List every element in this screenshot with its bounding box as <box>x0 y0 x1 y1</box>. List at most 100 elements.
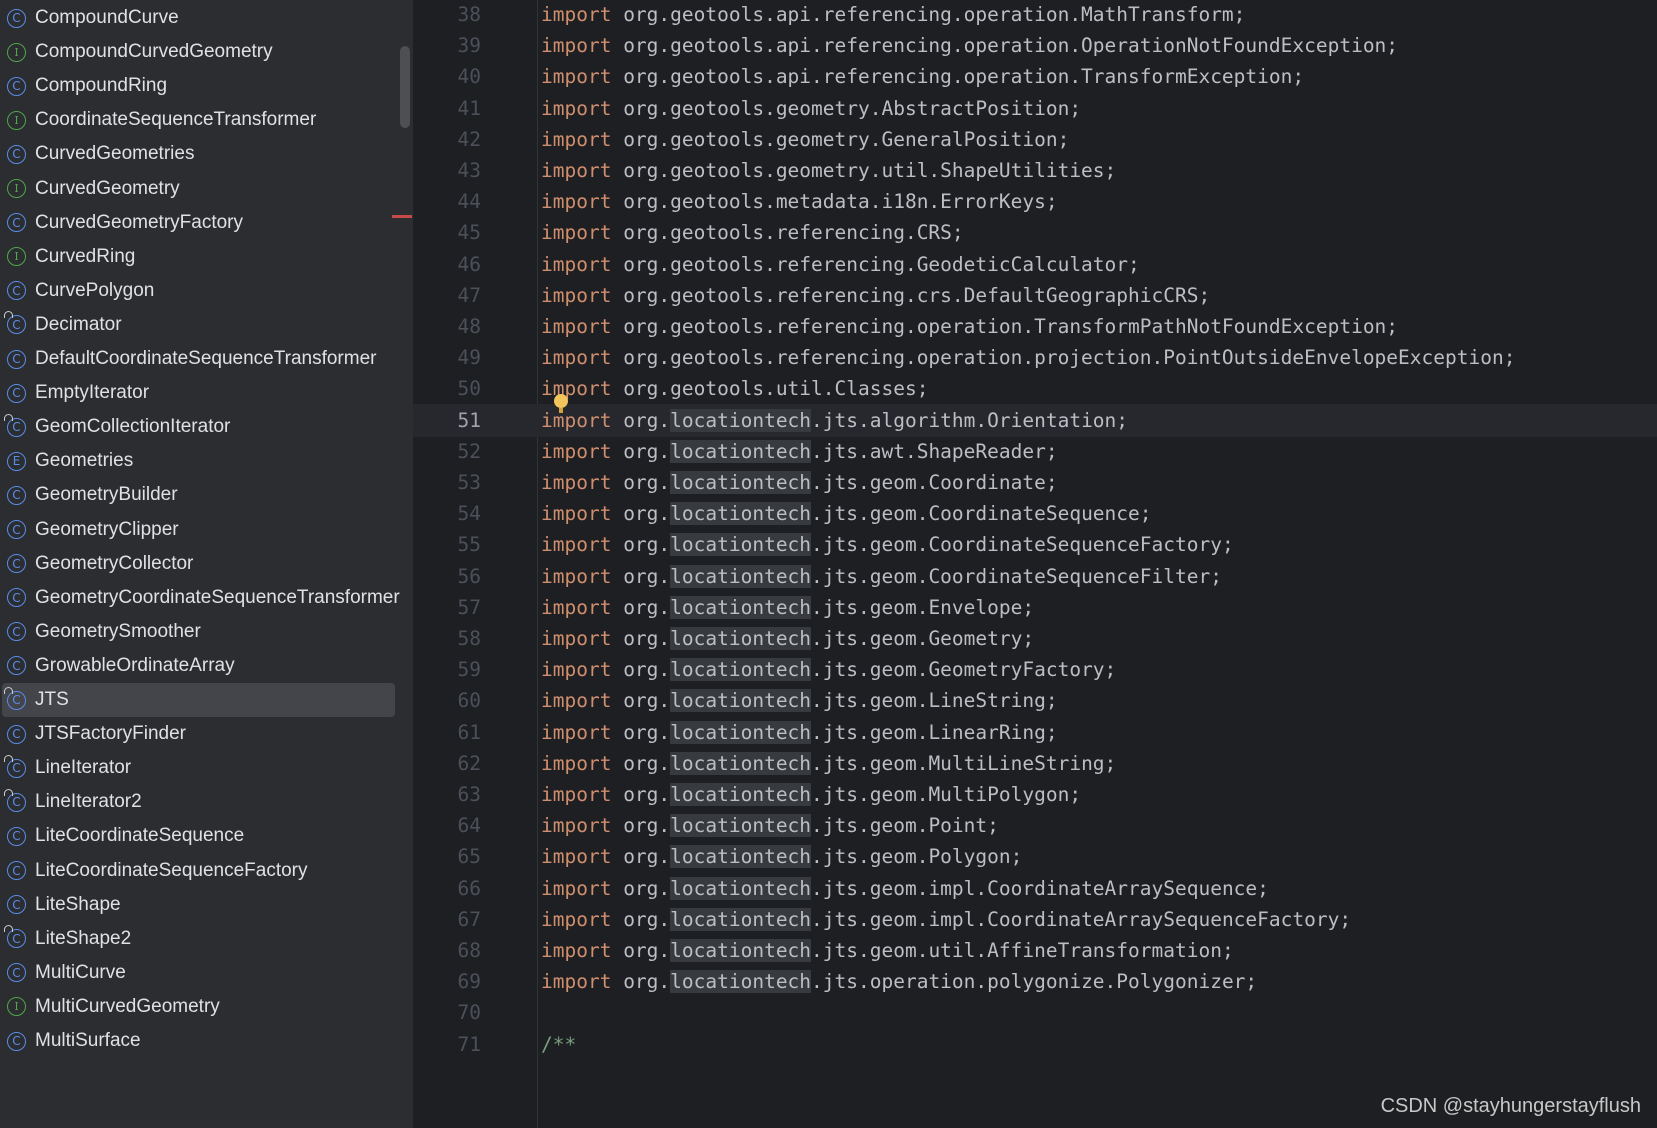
line-number[interactable]: 39 <box>413 29 481 62</box>
project-tree-scrollbar[interactable] <box>400 46 410 128</box>
line-number[interactable]: 66 <box>413 872 481 905</box>
tree-item[interactable]: C GrowableOrdinateArray <box>0 649 396 683</box>
code-line[interactable]: 69 import org.locationtech.jts.operation.… <box>413 965 1657 998</box>
code-line[interactable]: 45 import org.geotools.referencing.CRS; <box>413 216 1657 249</box>
line-number[interactable]: 53 <box>413 466 481 499</box>
code-line[interactable]: 55 import org.locationtech.jts.geom.Coord… <box>413 528 1657 561</box>
line-number[interactable]: 55 <box>413 528 481 561</box>
tree-item[interactable]: I CoordinateSequenceTransformer <box>0 103 396 137</box>
tree-item[interactable]: C GeometryCollector <box>0 547 396 581</box>
line-number[interactable]: 71 <box>413 1028 481 1061</box>
error-stripe-marker[interactable] <box>392 215 412 218</box>
tree-item[interactable]: C EmptyIterator <box>0 376 396 410</box>
code-line[interactable]: 66 import org.locationtech.jts.geom.impl.… <box>413 872 1657 905</box>
code-line[interactable]: 61 import org.locationtech.jts.geom.Linea… <box>413 716 1657 749</box>
line-number[interactable]: 41 <box>413 92 481 125</box>
line-number[interactable]: 62 <box>413 747 481 780</box>
code-editor[interactable]: 38 import org.geotools.api.referencing.op… <box>413 0 1657 1128</box>
line-number[interactable]: 42 <box>413 123 481 156</box>
lightbulb-icon[interactable] <box>554 394 568 413</box>
code-line[interactable]: 43 import org.geotools.geometry.util.Shap… <box>413 154 1657 187</box>
code-line[interactable]: 46 import org.geotools.referencing.Geodet… <box>413 248 1657 281</box>
code-line[interactable]: 52 import org.locationtech.jts.awt.ShapeR… <box>413 435 1657 468</box>
tree-item[interactable]: C LiteCoordinateSequenceFactory <box>0 854 396 888</box>
code-line[interactable]: 71 /** <box>413 1028 1657 1061</box>
code-line[interactable]: 49 import org.geotools.referencing.operat… <box>413 341 1657 374</box>
line-number[interactable]: 47 <box>413 279 481 312</box>
code-line[interactable]: 42 import org.geotools.geometry.GeneralPo… <box>413 123 1657 156</box>
code-line[interactable]: 51 import org.locationtech.jts.algorithm.… <box>413 403 1657 437</box>
code-line[interactable]: 50 import org.geotools.util.Classes; <box>413 372 1657 405</box>
line-number[interactable]: 63 <box>413 778 481 811</box>
code-line[interactable]: 54 import org.locationtech.jts.geom.Coord… <box>413 497 1657 530</box>
line-number[interactable]: 38 <box>413 0 481 31</box>
line-number[interactable]: 60 <box>413 684 481 717</box>
tree-item[interactable]: C LineIterator <box>0 751 396 785</box>
tree-item[interactable]: C GeometryBuilder <box>0 478 396 512</box>
code-line[interactable]: 65 import org.locationtech.jts.geom.Polyg… <box>413 840 1657 873</box>
line-number[interactable]: 68 <box>413 934 481 967</box>
tree-item[interactable]: E Geometries <box>0 444 396 478</box>
code-line[interactable]: 57 import org.locationtech.jts.geom.Envel… <box>413 591 1657 624</box>
tree-item[interactable]: C LiteCoordinateSequence <box>0 819 396 853</box>
code-line[interactable]: 56 import org.locationtech.jts.geom.Coord… <box>413 560 1657 593</box>
line-number[interactable]: 50 <box>413 372 481 405</box>
code-line[interactable]: 59 import org.locationtech.jts.geom.Geome… <box>413 653 1657 686</box>
tree-item[interactable]: C Decimator <box>0 308 396 342</box>
tree-item[interactable]: C CurvePolygon <box>0 274 396 308</box>
tree-item[interactable]: C CompoundRing <box>0 69 396 103</box>
tree-item[interactable]: C DefaultCoordinateSequenceTransformer <box>0 342 396 376</box>
line-number[interactable]: 49 <box>413 341 481 374</box>
tree-item[interactable]: C CompoundCurve <box>0 1 396 35</box>
line-number[interactable]: 57 <box>413 591 481 624</box>
code-line[interactable]: 68 import org.locationtech.jts.geom.util.… <box>413 934 1657 967</box>
line-number[interactable]: 70 <box>413 996 481 1029</box>
tree-item[interactable]: C JTSFactoryFinder <box>0 717 396 751</box>
line-number[interactable]: 48 <box>413 310 481 343</box>
tree-item[interactable]: C GeometrySmoother <box>0 615 396 649</box>
line-number[interactable]: 52 <box>413 435 481 468</box>
code-line[interactable]: 58 import org.locationtech.jts.geom.Geome… <box>413 622 1657 655</box>
tree-item[interactable]: C CurvedGeometries <box>0 137 396 171</box>
line-number[interactable]: 67 <box>413 903 481 936</box>
code-line[interactable]: 63 import org.locationtech.jts.geom.Multi… <box>413 778 1657 811</box>
code-line[interactable]: 70 <box>413 996 1657 1029</box>
line-number[interactable]: 43 <box>413 154 481 187</box>
code-line[interactable]: 38 import org.geotools.api.referencing.op… <box>413 0 1657 31</box>
code-line[interactable]: 41 import org.geotools.geometry.AbstractP… <box>413 92 1657 125</box>
tree-item[interactable]: I MultiCurvedGeometry <box>0 990 396 1024</box>
tree-item[interactable]: I CurvedGeometry <box>0 172 396 206</box>
tree-item[interactable]: C CurvedGeometryFactory <box>0 206 396 240</box>
tree-item[interactable]: C JTS <box>2 683 395 717</box>
tree-item[interactable]: I CurvedRing <box>0 240 396 274</box>
code-line[interactable]: 44 import org.geotools.metadata.i18n.Erro… <box>413 185 1657 218</box>
line-number[interactable]: 45 <box>413 216 481 249</box>
line-number[interactable]: 59 <box>413 653 481 686</box>
tree-item[interactable]: I CompoundCurvedGeometry <box>0 35 396 69</box>
line-number[interactable]: 54 <box>413 497 481 530</box>
line-number[interactable]: 64 <box>413 809 481 842</box>
code-line[interactable]: 60 import org.locationtech.jts.geom.LineS… <box>413 684 1657 717</box>
line-number[interactable]: 58 <box>413 622 481 655</box>
code-line[interactable]: 47 import org.geotools.referencing.crs.De… <box>413 279 1657 312</box>
line-number[interactable]: 56 <box>413 560 481 593</box>
tree-item[interactable]: C LiteShape <box>0 888 396 922</box>
code-line[interactable]: 40 import org.geotools.api.referencing.op… <box>413 60 1657 93</box>
tree-item[interactable]: C MultiCurve <box>0 956 396 990</box>
line-number[interactable]: 44 <box>413 185 481 218</box>
line-number[interactable]: 65 <box>413 840 481 873</box>
line-number[interactable]: 40 <box>413 60 481 93</box>
line-number[interactable]: 51 <box>413 404 481 437</box>
tree-item[interactable]: C MultiSurface <box>0 1024 396 1058</box>
code-line[interactable]: 64 import org.locationtech.jts.geom.Point… <box>413 809 1657 842</box>
tree-item[interactable]: C GeometryCoordinateSequenceTransformer <box>0 581 400 615</box>
code-line[interactable]: 39 import org.geotools.api.referencing.op… <box>413 29 1657 62</box>
code-line[interactable]: 53 import org.locationtech.jts.geom.Coord… <box>413 466 1657 499</box>
line-number[interactable]: 69 <box>413 965 481 998</box>
tree-item[interactable]: C GeomCollectionIterator <box>0 410 396 444</box>
tree-item[interactable]: C LineIterator2 <box>0 785 396 819</box>
tree-item[interactable]: C GeometryClipper <box>0 513 396 547</box>
line-number[interactable]: 61 <box>413 716 481 749</box>
code-line[interactable]: 62 import org.locationtech.jts.geom.Multi… <box>413 747 1657 780</box>
tree-item[interactable]: C LiteShape2 <box>0 922 396 956</box>
